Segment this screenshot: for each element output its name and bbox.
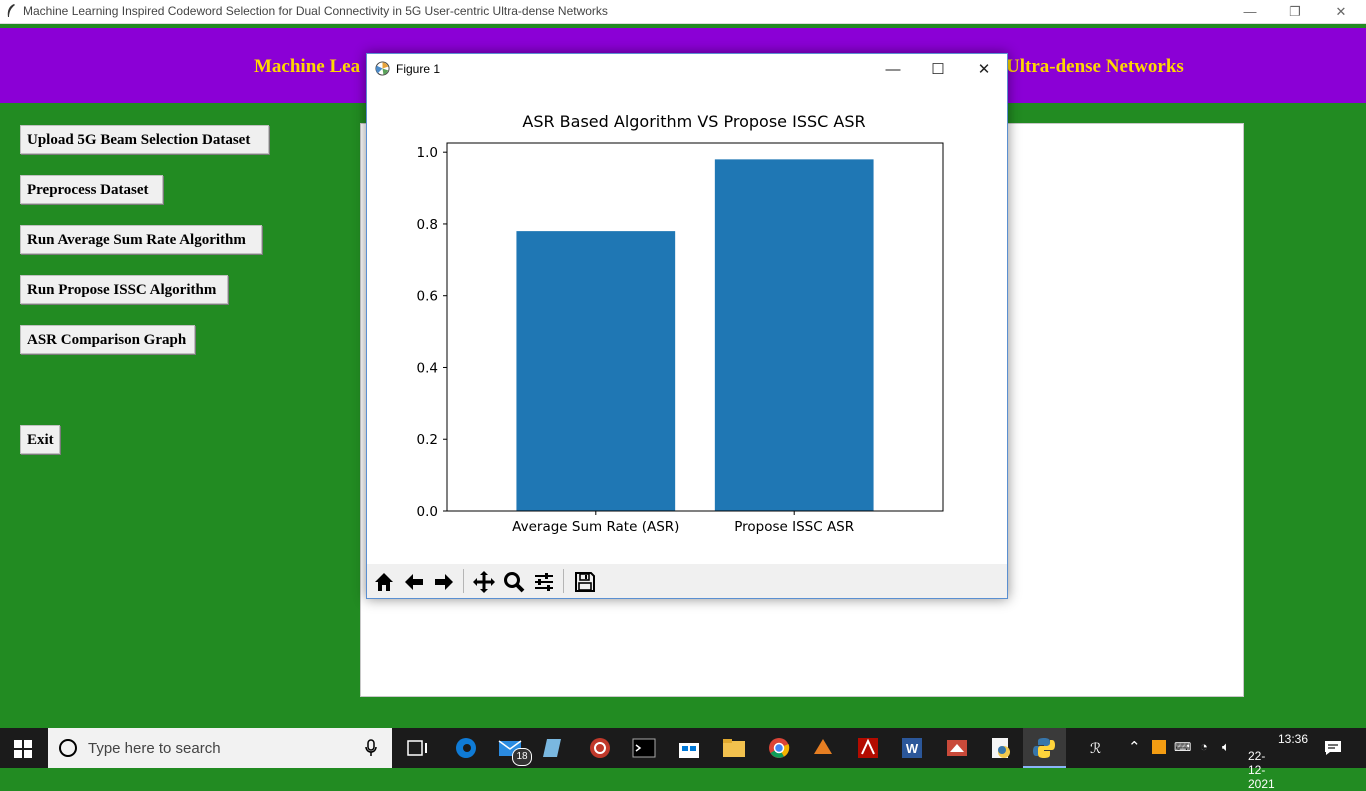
clock-time[interactable]: 13:36 — [1278, 732, 1308, 746]
svg-text:W: W — [906, 741, 919, 756]
command-prompt-icon[interactable] — [632, 736, 656, 760]
wifi-icon[interactable]: ◔ — [1200, 739, 1208, 754]
minimize-button[interactable]: — — [1227, 0, 1273, 23]
people-icon[interactable]: ℛ — [1090, 740, 1101, 757]
task-view-icon[interactable] — [405, 736, 429, 760]
page-title-left: Machine Lea — [254, 56, 361, 77]
bar-chart: ASR Based Algorithm VS Propose ISSC ASR … — [417, 112, 944, 535]
figure-maximize-button[interactable]: ☐ — [915, 54, 961, 84]
figure-close-button[interactable]: ✕ — [961, 54, 1007, 84]
y-tick-label: 0.8 — [417, 217, 438, 233]
figure-titlebar: Figure 1 — ☐ ✕ — [367, 54, 1007, 84]
x-tick-label: Propose ISSC ASR — [734, 519, 854, 535]
y-tick-label: 0.0 — [417, 504, 438, 520]
notifications-icon[interactable] — [1324, 739, 1342, 757]
y-tick-label: 0.6 — [417, 289, 438, 305]
search-circle-icon — [59, 739, 77, 757]
app-red-circle-icon[interactable] — [588, 736, 612, 760]
toolbar-separator — [463, 569, 464, 593]
ime-icon[interactable]: ⌨ — [1174, 740, 1191, 754]
app-tray-icon[interactable] — [1152, 740, 1166, 754]
home-icon[interactable] — [370, 568, 398, 596]
app-orange-icon[interactable] — [811, 736, 835, 760]
acrobat-icon[interactable] — [856, 736, 880, 760]
run-asr-button[interactable]: Run Average Sum Rate Algorithm — [20, 225, 262, 254]
forward-icon[interactable] — [430, 568, 458, 596]
back-icon[interactable] — [400, 568, 428, 596]
figure-title: Figure 1 — [396, 62, 441, 76]
y-tick-label: 1.0 — [417, 145, 438, 161]
chevron-up-icon[interactable]: ⌃ — [1128, 738, 1141, 756]
windows-start-icon[interactable] — [14, 740, 32, 758]
word-icon[interactable]: W — [900, 736, 924, 760]
configure-icon[interactable] — [530, 568, 558, 596]
python-app-active[interactable] — [1023, 728, 1066, 768]
chart-title: ASR Based Algorithm VS Propose ISSC ASR — [522, 112, 865, 131]
figure-minimize-button[interactable]: — — [870, 54, 916, 84]
python-file-icon[interactable] — [989, 736, 1013, 760]
page-title-right: Ultra-dense Networks — [1006, 56, 1184, 77]
zoom-icon[interactable] — [500, 568, 528, 596]
figure-toolbar — [367, 564, 1007, 598]
mail-badge: 18 — [512, 748, 532, 766]
store-icon[interactable] — [677, 736, 701, 760]
pan-icon[interactable] — [470, 568, 498, 596]
figure-window: Figure 1 — ☐ ✕ ASR Based Algorithm VS Pr… — [366, 53, 1008, 599]
file-explorer-icon[interactable] — [722, 736, 746, 760]
close-button[interactable]: ✕ — [1318, 0, 1364, 23]
python-icon — [1033, 738, 1055, 758]
clock-date[interactable]: 22-12-2021 — [1248, 749, 1275, 791]
microphone-icon[interactable] — [365, 739, 377, 757]
app-paint-icon[interactable] — [945, 736, 969, 760]
y-tick-label: 0.4 — [417, 360, 438, 376]
edge-icon[interactable] — [454, 736, 478, 760]
matplotlib-icon — [375, 61, 390, 76]
upload-dataset-button[interactable]: Upload 5G Beam Selection Dataset — [20, 125, 269, 154]
exit-button[interactable]: Exit — [20, 425, 60, 454]
y-tick-label: 0.2 — [417, 432, 438, 448]
taskbar-search-box[interactable]: Type here to search — [48, 728, 392, 768]
chrome-icon[interactable] — [767, 736, 791, 760]
restore-button[interactable]: ❐ — [1272, 0, 1318, 23]
save-icon[interactable] — [571, 568, 599, 596]
bar-1 — [714, 159, 874, 511]
toolbar-separator — [563, 569, 564, 593]
volume-icon[interactable]: 🔈︎ — [1222, 739, 1230, 755]
app-titlebar: Machine Learning Inspired Codeword Selec… — [0, 0, 1366, 24]
notepad-icon[interactable] — [542, 736, 566, 760]
bar-0 — [516, 231, 676, 511]
preprocess-dataset-button[interactable]: Preprocess Dataset — [20, 175, 163, 204]
window-title: Machine Learning Inspired Codeword Selec… — [23, 4, 608, 18]
taskbar: Type here to search 18 W ℛ ⌃ ⌨ ◔ 🔈︎ 13:3… — [0, 728, 1366, 791]
x-tick-label: Average Sum Rate (ASR) — [512, 519, 679, 535]
feather-icon — [7, 4, 15, 17]
asr-comparison-graph-button[interactable]: ASR Comparison Graph — [20, 325, 195, 354]
run-issc-button[interactable]: Run Propose ISSC Algorithm — [20, 275, 228, 304]
search-placeholder: Type here to search — [88, 740, 221, 757]
